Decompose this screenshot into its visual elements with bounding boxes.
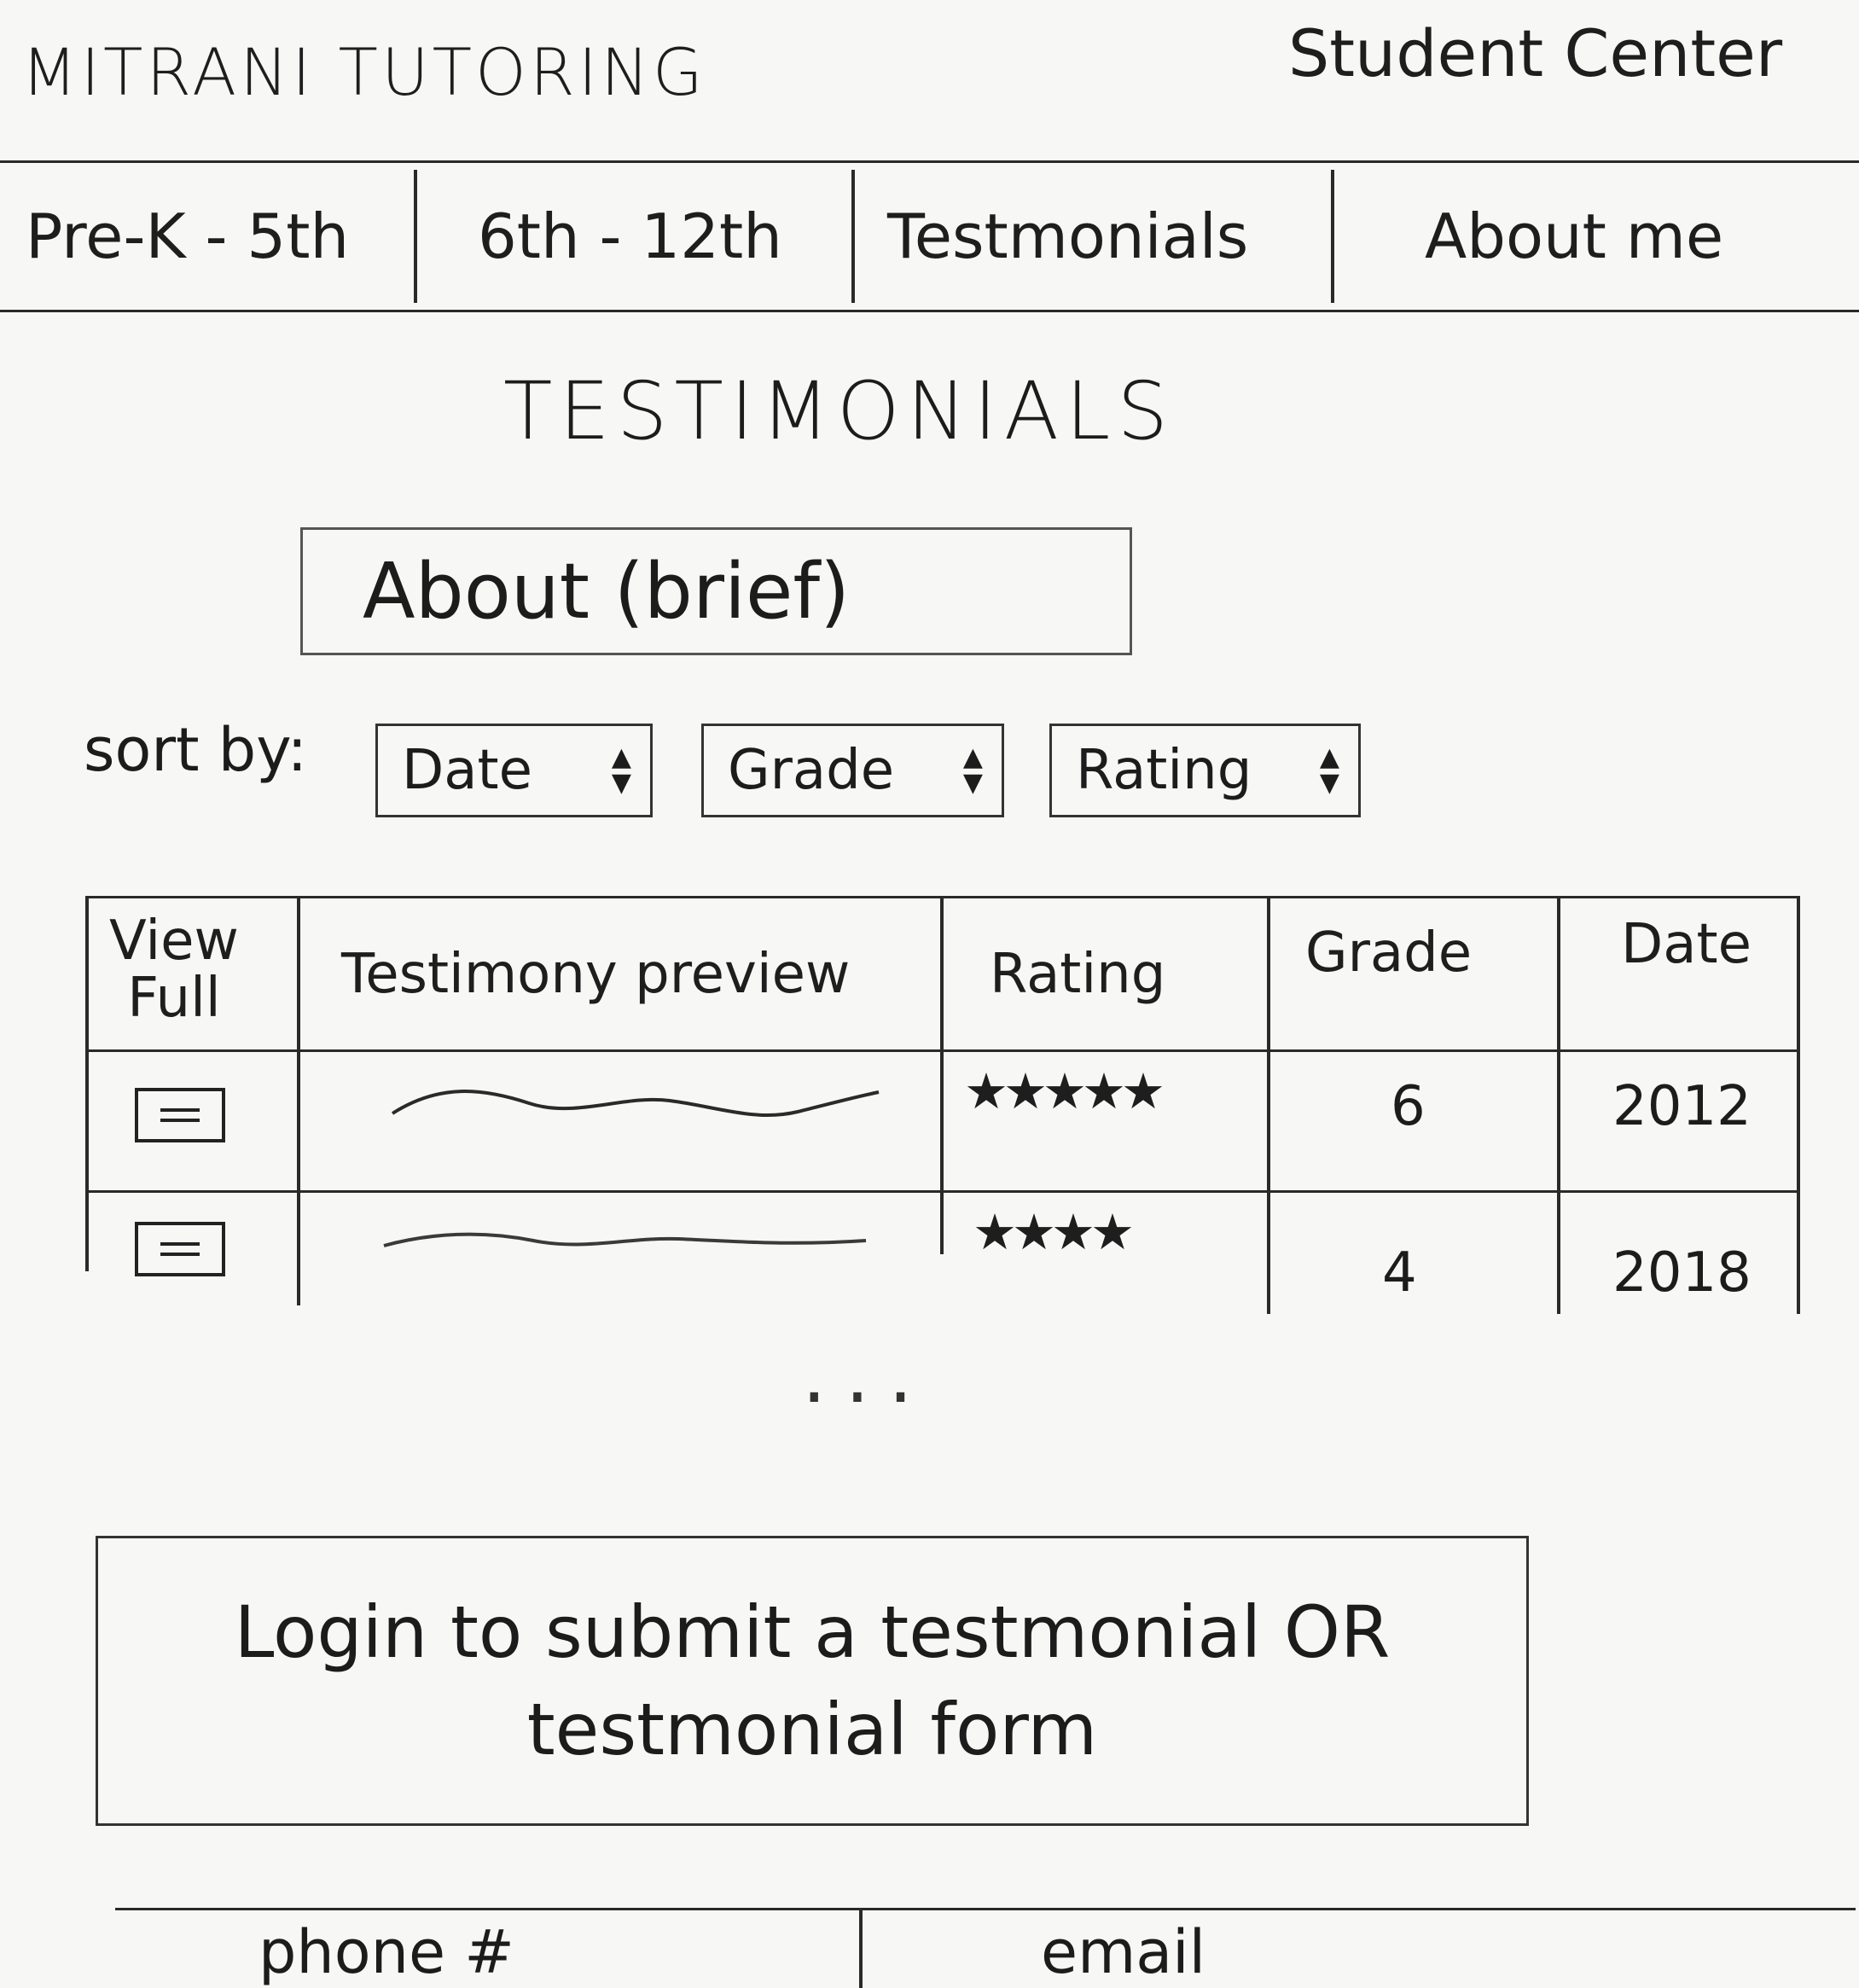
sort-arrows-icon: ▲ ▼ <box>962 742 983 798</box>
view-full-icon[interactable] <box>135 1222 225 1276</box>
footer-divider <box>859 1910 863 1988</box>
header-rating: Rating <box>990 943 1166 1006</box>
testimonials-table: View Full Testimony preview Rating Grade… <box>85 896 1800 1314</box>
nav-item-6th-12th[interactable]: 6th - 12th <box>478 163 782 310</box>
nav-item-testimonials[interactable]: Testmonials <box>887 163 1248 310</box>
site-brand: MITRANI TUTORING <box>21 34 706 110</box>
table-col-divider <box>1557 896 1560 1314</box>
login-text-line1: Login to submit a testmonial OR <box>234 1590 1391 1674</box>
sort-date-label: Date <box>402 739 532 802</box>
table-col-divider <box>1267 896 1270 1314</box>
nav-divider <box>851 170 855 303</box>
header-view-full-line1: View <box>109 910 239 973</box>
header-testimony-preview: Testimony preview <box>341 943 851 1006</box>
sort-date-button[interactable]: Date ▲ ▼ <box>375 724 653 817</box>
header-view-full: View Full <box>109 910 239 1031</box>
header-date: Date <box>1621 913 1752 976</box>
view-full-icon[interactable] <box>135 1088 225 1142</box>
rating-stars: ★★★★★ <box>964 1062 1165 1120</box>
rating-stars: ★★★★ <box>973 1203 1135 1261</box>
sort-rating-button[interactable]: Rating ▲ ▼ <box>1049 724 1361 817</box>
table-col-divider <box>297 896 300 1305</box>
student-center-link[interactable]: Student Center <box>1288 15 1782 91</box>
table-col-divider <box>940 896 944 1254</box>
footer: phone # email <box>115 1908 1856 1988</box>
date-cell: 2018 <box>1612 1241 1752 1305</box>
testimony-preview-squiggle <box>391 1090 880 1118</box>
page-title: TESTIMONIALS <box>503 365 1176 458</box>
sort-grade-label: Grade <box>728 739 895 802</box>
sort-arrows-icon: ▲ ▼ <box>1319 742 1339 798</box>
more-rows-ellipsis: ... <box>802 1331 932 1421</box>
header-grade: Grade <box>1305 921 1473 985</box>
table-border <box>85 896 89 1271</box>
nav-divider <box>1331 170 1334 303</box>
sort-grade-button[interactable]: Grade ▲ ▼ <box>701 724 1004 817</box>
nav-item-about-me[interactable]: About me <box>1425 163 1723 310</box>
sort-label: sort by: <box>84 715 308 785</box>
about-brief-text: About (brief) <box>363 546 851 637</box>
date-cell: 2012 <box>1612 1075 1752 1138</box>
footer-phone-link[interactable]: phone # <box>259 1917 514 1987</box>
main-nav: Pre-K - 5th 6th - 12th Testmonials About… <box>0 160 1859 312</box>
sort-arrows-icon: ▲ ▼ <box>611 742 631 798</box>
table-border <box>1797 896 1800 1314</box>
sort-rating-label: Rating <box>1076 739 1252 802</box>
nav-divider <box>414 170 417 303</box>
testimony-preview-squiggle <box>383 1232 867 1247</box>
grade-cell: 4 <box>1382 1241 1417 1305</box>
header-view-full-line2: Full <box>127 967 221 1031</box>
nav-item-pre-k-5th[interactable]: Pre-K - 5th <box>26 163 349 310</box>
login-submit-testimonial-button[interactable]: Login to submit a testmonial OR testmoni… <box>96 1536 1529 1826</box>
grade-cell: 6 <box>1391 1075 1426 1138</box>
footer-email-link[interactable]: email <box>1041 1917 1205 1987</box>
login-text-line2: testmonial form <box>526 1688 1098 1771</box>
about-brief-box: About (brief) <box>300 527 1132 655</box>
